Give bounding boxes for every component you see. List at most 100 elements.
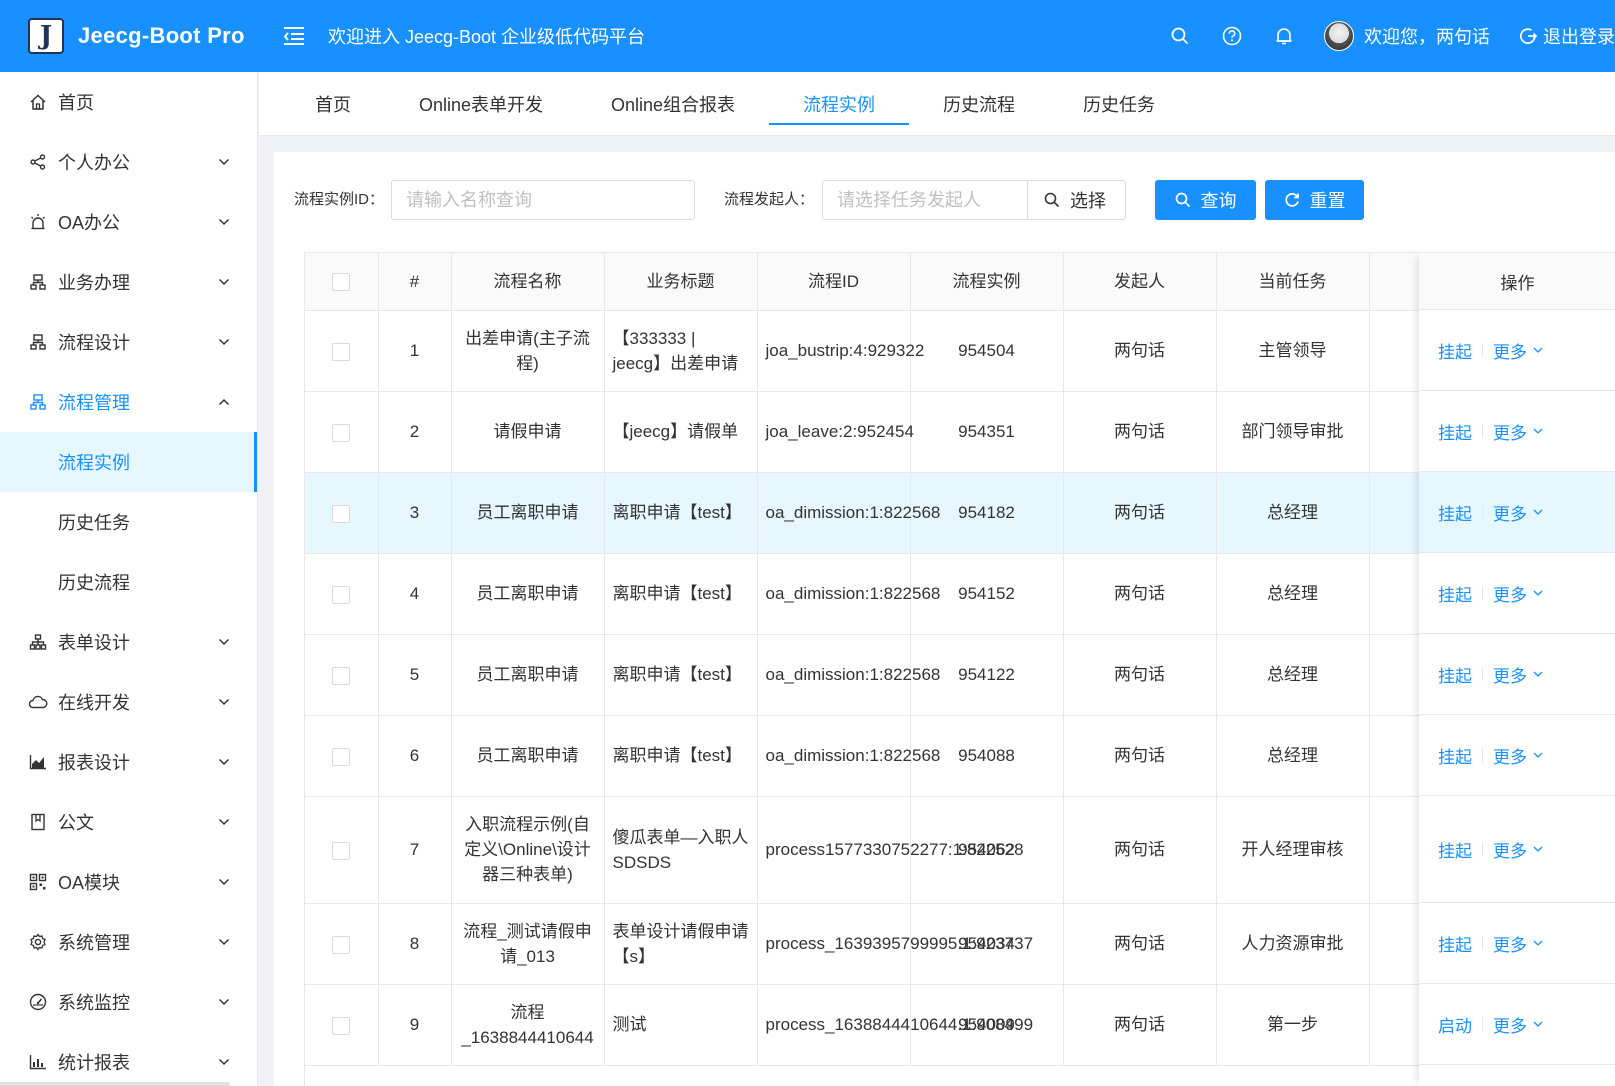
query-label: 查询 — [1200, 191, 1237, 211]
process-name: 员工离职申请 — [451, 634, 605, 716]
row-actions: 挂起 更多 — [1419, 903, 1615, 984]
tab-history-task[interactable]: 历史任务 — [1049, 72, 1189, 135]
sidebar-item-home[interactable]: 首页 — [0, 72, 257, 132]
query-button[interactable]: 查询 — [1155, 180, 1256, 220]
sidebar-item-oa-module[interactable]: OA模块 — [0, 852, 257, 912]
table-row[interactable]: 6 员工离职申请 离职申请【test】 oa_dimission:1:82256… — [305, 715, 1570, 797]
table-row[interactable]: 4 员工离职申请 离职申请【test】 oa_dimission:1:82256… — [305, 553, 1570, 635]
table-row[interactable]: 1 出差申请(主子流程) 【333333 | jeecg】出差申请 joa_bu… — [305, 310, 1570, 392]
row-select-cell — [305, 715, 379, 797]
table-row[interactable]: 2 请假申请 【jeecg】请假单 joa_leave:2:952454 954… — [305, 391, 1570, 473]
search-icon[interactable] — [1154, 0, 1206, 72]
process-name: 员工离职申请 — [451, 472, 605, 554]
sidebar-subitem-history-process[interactable]: 历史流程 — [0, 552, 257, 612]
bell-icon[interactable] — [1258, 0, 1310, 72]
start-link[interactable]: 启动 — [1438, 1012, 1472, 1037]
setting-icon — [28, 932, 48, 952]
row-checkbox[interactable] — [332, 504, 351, 523]
process-id: oa_dimission:1:822568 — [757, 634, 940, 716]
reset-button[interactable]: 重置 — [1265, 180, 1364, 220]
current-task: 人力资源审批 — [1216, 903, 1370, 985]
suspend-link[interactable]: 挂起 — [1438, 837, 1472, 862]
chevron-down-icon — [1533, 428, 1543, 434]
sidebar-item-report-design[interactable]: 报表设计 — [0, 732, 257, 792]
suspend-link[interactable]: 挂起 — [1438, 743, 1472, 768]
help-icon[interactable] — [1206, 0, 1258, 72]
tab-history-process[interactable]: 历史流程 — [909, 72, 1049, 135]
table-row[interactable]: 5 员工离职申请 离职申请【test】 oa_dimission:1:82256… — [305, 634, 1570, 716]
sidebar-item-label: 首页 — [58, 93, 94, 113]
current-task: 总经理 — [1216, 634, 1370, 716]
row-checkbox[interactable] — [332, 841, 351, 860]
row-checkbox[interactable] — [332, 747, 351, 766]
sidebar-item-business[interactable]: 业务办理 — [0, 252, 257, 312]
row-checkbox[interactable] — [332, 423, 351, 442]
area-chart-icon — [28, 752, 48, 772]
menu-fold-icon[interactable] — [280, 22, 308, 50]
select-starter-button[interactable]: 选择 — [1028, 180, 1126, 220]
more-dropdown[interactable]: 更多 — [1493, 1012, 1543, 1037]
starter-label: 流程发起人： — [724, 191, 815, 208]
more-dropdown[interactable]: 更多 — [1493, 662, 1543, 687]
sidebar-item-process-design[interactable]: 流程设计 — [0, 312, 257, 372]
tab-process-instance[interactable]: 流程实例 — [769, 72, 910, 135]
divider — [1482, 343, 1483, 357]
sidebar-item-personal-office[interactable]: 个人办公 — [0, 132, 257, 192]
suspend-link[interactable]: 挂起 — [1438, 500, 1472, 525]
row-number: 5 — [378, 634, 452, 716]
sidebar-scrollbar[interactable] — [0, 1082, 230, 1086]
starter-input[interactable]: 请选择任务发起人 — [822, 180, 1028, 220]
starter: 两句话 — [1063, 553, 1217, 635]
suspend-link[interactable]: 挂起 — [1438, 419, 1472, 444]
user-menu[interactable]: 欢迎您，两句话 — [1324, 21, 1490, 51]
row-number: 3 — [378, 472, 452, 554]
tab-online-report[interactable]: Online组合报表 — [577, 72, 769, 135]
row-checkbox[interactable] — [332, 666, 351, 685]
instance-id-input[interactable]: 请输入名称查询 — [391, 180, 695, 220]
sidebar-subitem-process-instance[interactable]: 流程实例 — [0, 432, 257, 492]
chevron-down-icon — [217, 635, 231, 649]
sidebar-item-statistics[interactable]: 统计报表 — [0, 1032, 257, 1086]
more-dropdown[interactable]: 更多 — [1493, 743, 1543, 768]
row-checkbox[interactable] — [332, 1016, 351, 1035]
row-select-cell — [305, 984, 379, 1066]
sidebar-item-form-design[interactable]: 表单设计 — [0, 612, 257, 672]
more-dropdown[interactable]: 更多 — [1493, 500, 1543, 525]
column-header: 发起人 — [1063, 253, 1217, 311]
row-checkbox[interactable] — [332, 342, 351, 361]
logout-icon — [1520, 28, 1538, 44]
reset-label: 重置 — [1309, 191, 1346, 211]
suspend-link[interactable]: 挂起 — [1438, 338, 1472, 363]
sidebar-item-process-management[interactable]: 流程管理 — [0, 372, 257, 432]
more-dropdown[interactable]: 更多 — [1493, 931, 1543, 956]
tab-home[interactable]: 首页 — [281, 72, 385, 135]
row-checkbox[interactable] — [332, 585, 351, 604]
sidebar-item-document[interactable]: 公文 — [0, 792, 257, 852]
row-number: 2 — [378, 391, 452, 473]
sidebar-item-system-management[interactable]: 系统管理 — [0, 912, 257, 972]
sidebar-item-oa-office[interactable]: OA办公 — [0, 192, 257, 252]
more-dropdown[interactable]: 更多 — [1493, 581, 1543, 606]
table-row[interactable]: 9 流程_1638844410644 测试 process_1638844410… — [305, 984, 1570, 1066]
row-checkbox[interactable] — [332, 935, 351, 954]
row-select-cell — [305, 391, 379, 473]
tab-online-form[interactable]: Online表单开发 — [385, 72, 577, 135]
table-row[interactable]: 3 员工离职申请 离职申请【test】 oa_dimission:1:82256… — [305, 472, 1570, 554]
table-row[interactable]: 8 流程_测试请假申请_013 表单设计请假申请【s】 process_1639… — [305, 903, 1570, 985]
chevron-down-icon — [217, 215, 231, 229]
more-dropdown[interactable]: 更多 — [1493, 419, 1543, 444]
suspend-link[interactable]: 挂起 — [1438, 931, 1472, 956]
logout-button[interactable]: 退出登录 — [1520, 23, 1615, 49]
table-row[interactable]: 7 入职流程示例(自定义\Online\设计器三种表单) 傻瓜表单—入职人SDS… — [305, 796, 1570, 904]
logo-area[interactable]: J Jeecg-Boot Pro — [0, 0, 258, 72]
select-all-checkbox[interactable] — [332, 273, 351, 292]
more-dropdown[interactable]: 更多 — [1493, 338, 1543, 363]
suspend-link[interactable]: 挂起 — [1438, 662, 1472, 687]
search-form: 流程实例ID： 请输入名称查询 流程发起人： 请选择任务发起人 选择 查询 重置 — [274, 180, 1615, 220]
sidebar-item-online-dev[interactable]: 在线开发 — [0, 672, 257, 732]
more-dropdown[interactable]: 更多 — [1493, 837, 1543, 862]
sidebar-subitem-history-task[interactable]: 历史任务 — [0, 492, 257, 552]
sidebar-item-system-monitor[interactable]: 系统监控 — [0, 972, 257, 1032]
current-task: 主管领导 — [1216, 310, 1370, 392]
suspend-link[interactable]: 挂起 — [1438, 581, 1472, 606]
